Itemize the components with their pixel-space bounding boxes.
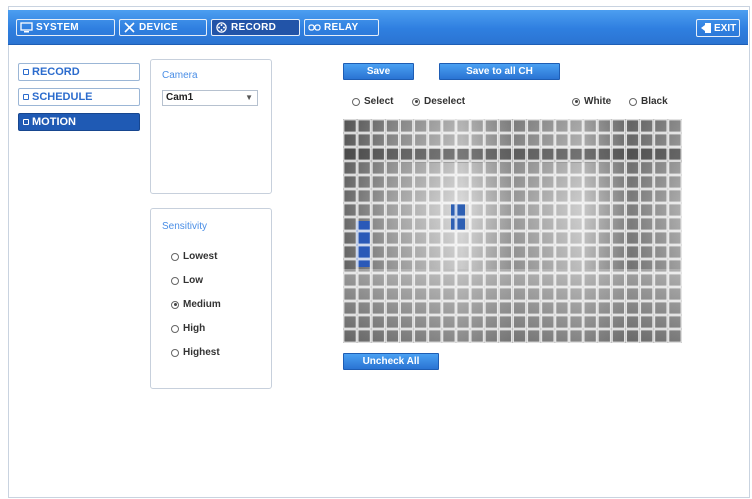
sensitivity-option-label: Low xyxy=(183,275,203,286)
radio-icon xyxy=(352,97,360,106)
exit-label: EXIT xyxy=(714,22,737,34)
sensitivity-option-label: High xyxy=(183,323,206,334)
sensitivity-option-low[interactable]: Low xyxy=(171,275,203,286)
tab-relay-label: RELAY xyxy=(324,22,359,33)
relay-icon xyxy=(308,24,321,31)
mode-select-radio[interactable]: Select xyxy=(352,96,393,107)
sidebar-item-motion[interactable]: MOTION xyxy=(18,113,140,131)
save-button[interactable]: Save xyxy=(343,63,414,80)
bullet-icon xyxy=(23,119,29,125)
camera-panel: Camera Cam1 ▼ xyxy=(150,59,272,194)
mode-select-label: Select xyxy=(364,96,394,107)
radio-selected-icon xyxy=(412,97,420,106)
top-nav-bar: SYSTEM DEVICE RECORD RELAY EXIT xyxy=(8,10,748,45)
film-reel-icon xyxy=(216,22,227,33)
tab-device[interactable]: DEVICE xyxy=(119,19,207,36)
tab-record[interactable]: RECORD xyxy=(211,19,300,36)
sensitivity-option-label: Lowest xyxy=(183,251,218,262)
color-white-radio[interactable]: White xyxy=(572,96,611,107)
exit-door-icon xyxy=(701,23,711,33)
motion-grid-cells[interactable] xyxy=(343,119,682,343)
save-to-all-ch-button[interactable]: Save to all CH xyxy=(439,63,560,80)
tab-device-label: DEVICE xyxy=(139,22,179,33)
bullet-icon xyxy=(23,94,29,100)
camera-title: Camera xyxy=(162,70,198,81)
uncheck-all-button[interactable]: Uncheck All xyxy=(343,353,439,370)
radio-icon xyxy=(171,276,179,285)
sidebar-item-record[interactable]: RECORD xyxy=(18,63,140,81)
radio-icon xyxy=(629,97,637,106)
sidebar-item-label: RECORD xyxy=(32,66,80,78)
exit-button[interactable]: EXIT xyxy=(696,19,740,37)
sensitivity-option-label: Medium xyxy=(183,299,221,310)
mode-deselect-radio[interactable]: Deselect xyxy=(412,96,465,107)
monitor-icon xyxy=(20,22,33,33)
motion-detection-grid[interactable] xyxy=(343,119,682,343)
sensitivity-option-label: Highest xyxy=(183,347,220,358)
tab-system-label: SYSTEM xyxy=(36,22,79,33)
color-black-label: Black xyxy=(641,96,668,107)
sensitivity-option-high[interactable]: High xyxy=(171,323,205,334)
radio-selected-icon xyxy=(572,97,580,106)
tab-relay[interactable]: RELAY xyxy=(304,19,379,36)
sidebar-item-label: MOTION xyxy=(32,116,76,128)
tools-icon xyxy=(124,22,135,33)
radio-icon xyxy=(171,324,179,333)
color-black-radio[interactable]: Black xyxy=(629,96,668,107)
sensitivity-panel: Sensitivity Lowest Low Medium High Highe… xyxy=(150,208,272,389)
radio-selected-icon xyxy=(171,300,179,309)
sensitivity-option-lowest[interactable]: Lowest xyxy=(171,251,217,262)
chevron-down-icon: ▼ xyxy=(245,93,253,102)
sensitivity-option-medium[interactable]: Medium xyxy=(171,299,221,310)
radio-icon xyxy=(171,348,179,357)
sidebar-item-label: SCHEDULE xyxy=(32,91,93,103)
camera-select[interactable]: Cam1 ▼ xyxy=(162,90,258,106)
tab-system[interactable]: SYSTEM xyxy=(16,19,115,36)
sidebar-item-schedule[interactable]: SCHEDULE xyxy=(18,88,140,106)
sensitivity-title: Sensitivity xyxy=(162,221,208,232)
tab-record-label: RECORD xyxy=(231,22,277,33)
radio-icon xyxy=(171,252,179,261)
color-white-label: White xyxy=(584,96,612,107)
sensitivity-option-highest[interactable]: Highest xyxy=(171,347,220,358)
bullet-icon xyxy=(23,69,29,75)
camera-selected-value: Cam1 xyxy=(166,92,194,103)
mode-deselect-label: Deselect xyxy=(424,96,466,107)
